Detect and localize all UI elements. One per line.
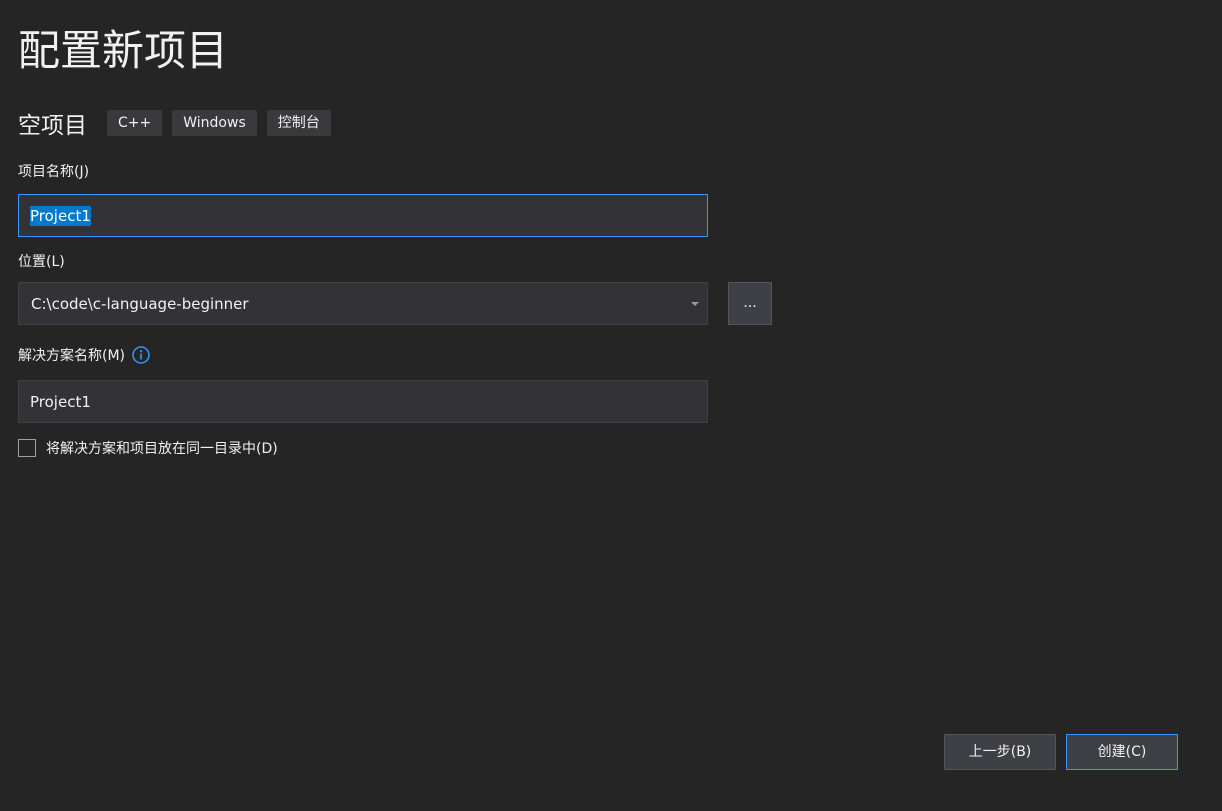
template-summary: 空项目 C++ Windows 控制台 [18, 106, 341, 140]
template-name: 空项目 [18, 113, 87, 139]
tag-platform: Windows [172, 110, 257, 136]
same-directory-label[interactable]: 将解决方案和项目放在同一目录中(D) [46, 438, 278, 458]
dropdown-arrow-icon[interactable] [691, 301, 699, 306]
create-button[interactable]: 创建(C) [1066, 734, 1178, 770]
location-label: 位置(L) [18, 254, 65, 270]
back-button[interactable]: 上一步(B) [944, 734, 1056, 770]
tag-language: C++ [107, 110, 163, 136]
same-directory-checkbox[interactable] [18, 439, 36, 457]
project-name-value: Project1 [30, 205, 91, 226]
solution-name-label-row: 解决方案名称(M) [18, 346, 150, 366]
solution-name-input[interactable]: Project1 [18, 380, 708, 423]
page-title: 配置新项目 [18, 26, 229, 75]
solution-name-value: Project1 [30, 392, 91, 411]
project-name-label: 项目名称(J) [18, 164, 90, 180]
tag-project-type: 控制台 [266, 110, 331, 136]
browse-location-button[interactable]: ... [728, 282, 772, 325]
location-combobox[interactable]: C:\code\c-language-beginner [18, 282, 708, 325]
location-value: C:\code\c-language-beginner [31, 294, 249, 313]
solution-name-label: 解决方案名称(M) [18, 348, 126, 364]
same-directory-option[interactable]: 将解决方案和项目放在同一目录中(D) [18, 438, 278, 458]
project-name-input[interactable]: Project1 [18, 194, 708, 237]
info-circle-icon[interactable] [132, 346, 150, 364]
